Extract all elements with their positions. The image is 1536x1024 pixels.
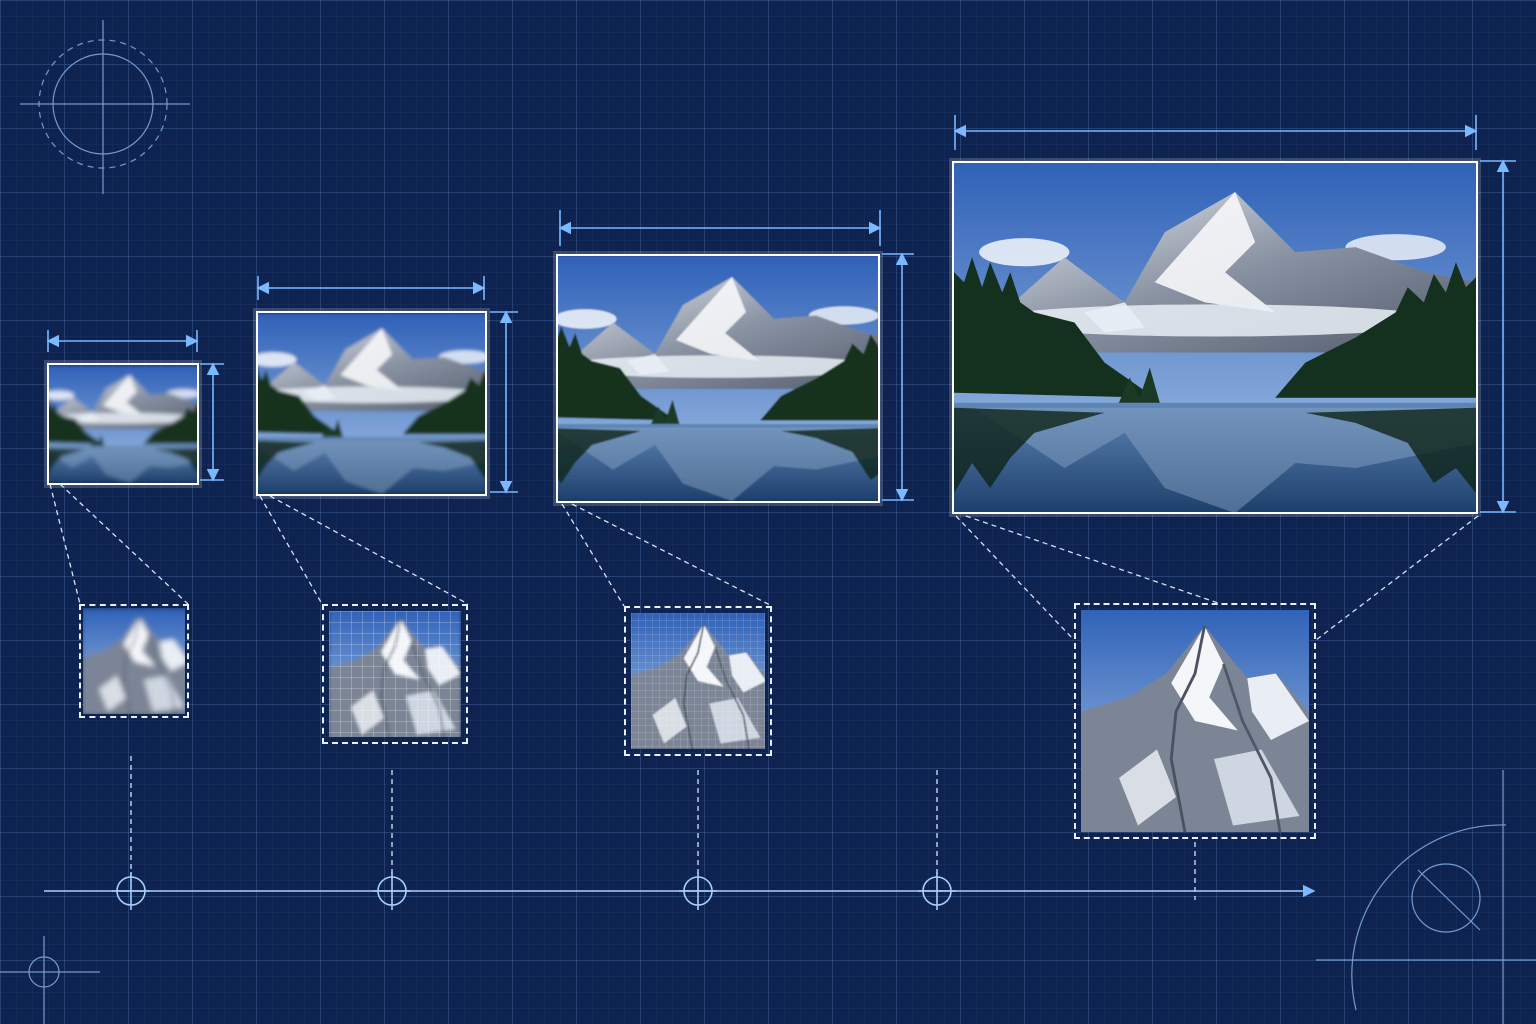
connector-2a (259, 495, 323, 605)
connector-4a (955, 515, 1075, 641)
timeline-node-3 (679, 872, 717, 910)
crosshair-circle-icon (0, 936, 100, 1024)
connector-1a (49, 483, 81, 605)
timeline-node-2 (373, 872, 411, 910)
blueprint-overlay (0, 20, 1536, 1024)
crosshair-circle-icon (20, 20, 190, 194)
connector-4c (1315, 515, 1479, 641)
connector-3a (561, 503, 625, 607)
connector-2b (269, 495, 469, 605)
timeline-node-1 (112, 872, 150, 910)
connector-3b (571, 503, 773, 607)
timeline-node-4 (918, 872, 956, 910)
connector-1b (59, 483, 189, 605)
connector-4b (965, 515, 1219, 604)
arc-compass-icon (1316, 770, 1536, 1024)
